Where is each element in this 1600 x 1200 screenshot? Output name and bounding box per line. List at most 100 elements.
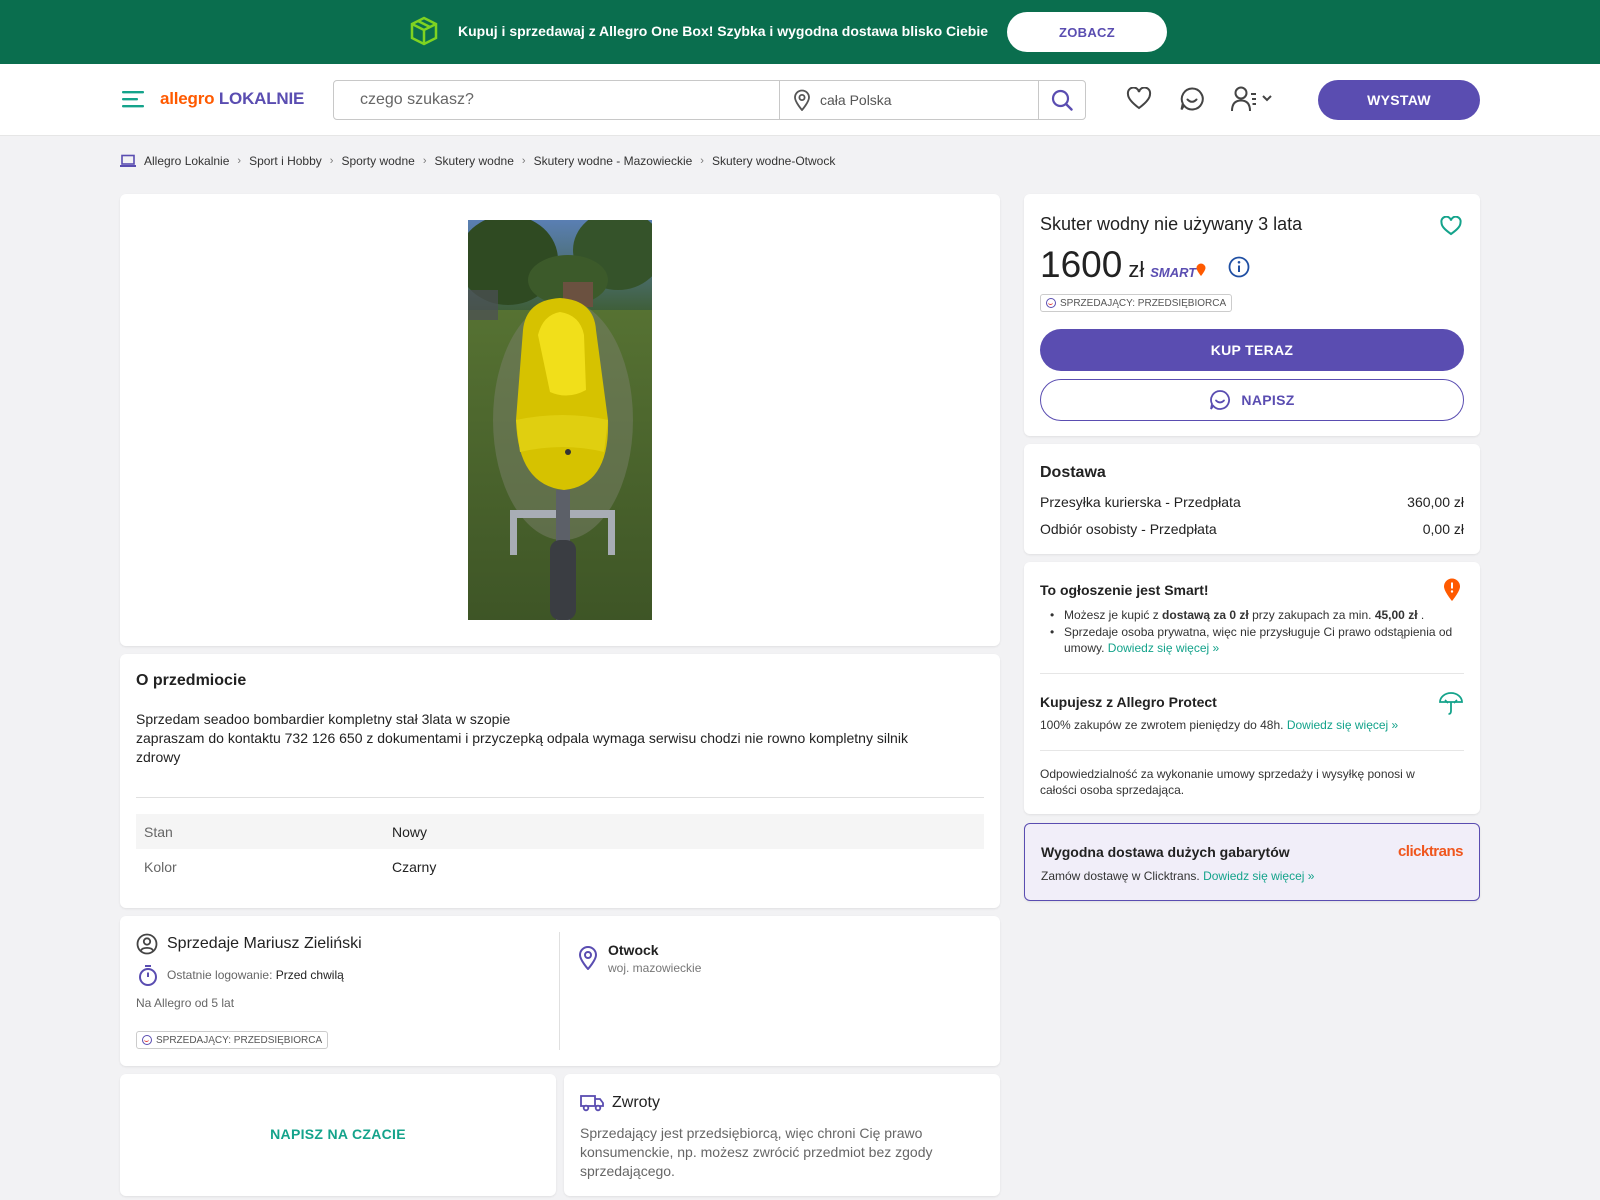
seller-name[interactable]: Sprzedaje Mariusz Zieliński bbox=[167, 935, 362, 953]
price: 1600 zł SMART bbox=[1040, 244, 1206, 286]
chevron-right-icon: › bbox=[422, 155, 427, 167]
smart-text-bold: dostawą za 0 zł bbox=[1162, 608, 1249, 622]
search-icon bbox=[1051, 89, 1073, 111]
clicktrans-title: Wygodna dostawa dużych gabarytów bbox=[1041, 844, 1290, 860]
learn-more-link[interactable]: Dowiedz się więcej » bbox=[1108, 641, 1219, 655]
breadcrumb-item[interactable]: Sport i Hobby bbox=[249, 154, 322, 168]
last-login-label: Ostatnie logowanie: bbox=[167, 968, 273, 982]
smart-text: . bbox=[1420, 608, 1425, 622]
offer-card: Skuter wodny nie używany 3 lata 1600 zł … bbox=[1024, 194, 1480, 436]
chat-icon bbox=[1210, 390, 1231, 410]
buy-now-button[interactable]: KUP TERAZ bbox=[1040, 329, 1464, 371]
chevron-right-icon: › bbox=[237, 155, 242, 167]
price-value: 1600 bbox=[1040, 244, 1123, 285]
message-button-label: NAPISZ bbox=[1241, 392, 1295, 408]
smart-bullet: • Możesz je kupić z dostawą za 0 zł przy… bbox=[1050, 607, 1464, 623]
smart-info-card: To ogłoszenie jest Smart! • Możesz je ku… bbox=[1024, 562, 1480, 814]
returns-title: Zwroty bbox=[612, 1094, 660, 1111]
message-button[interactable]: NAPISZ bbox=[1040, 379, 1464, 421]
smart-pin-icon bbox=[1196, 263, 1206, 276]
allegro-lokalnie-logo[interactable]: allegro LOKALNIE bbox=[160, 89, 304, 109]
returns-text: Sprzedający jest przedsiębiorcą, więc ch… bbox=[580, 1125, 933, 1179]
param-value: Czarny bbox=[392, 858, 437, 875]
search-bar bbox=[333, 80, 1086, 120]
protect-text: 100% zakupów ze zwrotem pieniędzy do 48h… bbox=[1040, 717, 1460, 733]
promo-text: Kupuj i sprzedawaj z Allegro One Box! Sz… bbox=[458, 23, 989, 39]
breadcrumb-item[interactable]: Skutery wodne - Mazowieckie bbox=[534, 154, 693, 168]
description-line: Sprzedam seadoo bombardier kompletny sta… bbox=[136, 711, 511, 727]
clicktrans-logo: clicktrans bbox=[1397, 843, 1464, 860]
smart-bullet: • Sprzedaje osoba prywatna, więc nie prz… bbox=[1050, 624, 1464, 656]
product-photo[interactable] bbox=[468, 220, 652, 620]
seller-type-badge: SPRZEDAJĄCY: PRZEDSIĘBIORCA bbox=[1040, 294, 1233, 312]
favorites-button[interactable] bbox=[1124, 84, 1154, 114]
last-login: Ostatnie logowanie: Przed chwilą bbox=[167, 968, 344, 982]
breadcrumb: Allegro Lokalnie › Sport i Hobby › Sport… bbox=[120, 153, 835, 169]
heart-icon[interactable] bbox=[1440, 216, 1462, 236]
breadcrumb-item[interactable]: Skutery wodne-Otwock bbox=[712, 154, 835, 168]
seller-city: Otwock bbox=[608, 942, 659, 958]
smart-amount: 45,00 zł bbox=[1374, 608, 1418, 622]
info-icon[interactable] bbox=[1228, 256, 1250, 278]
search-input[interactable] bbox=[334, 81, 779, 119]
chevron-right-icon: › bbox=[329, 155, 334, 167]
member-since: Na Allegro od 5 lat bbox=[136, 996, 235, 1010]
box-icon bbox=[410, 16, 438, 46]
protect-desc: 100% zakupów ze zwrotem pieniędzy do 48h… bbox=[1040, 718, 1284, 732]
chat-button[interactable]: NAPISZ NA CZACIE bbox=[120, 1126, 556, 1142]
user-circle-icon bbox=[136, 933, 158, 955]
about-title: O przedmiocie bbox=[136, 672, 247, 689]
chat-icon bbox=[1180, 87, 1204, 111]
responsibility-note: Odpowiedzialność za wykonanie umowy sprz… bbox=[1040, 767, 1415, 797]
badge-text: SPRZEDAJĄCY: PRZEDSIĘBIORCA bbox=[156, 1034, 323, 1046]
about-card: O przedmiocie Sprzedam seadoo bombardier… bbox=[120, 654, 1000, 908]
smart-label: SMART bbox=[1150, 265, 1197, 280]
breadcrumb-item[interactable]: Sporty wodne bbox=[341, 154, 414, 168]
delivery-option-name: Przesyłka kurierska - Przedpłata bbox=[1040, 494, 1241, 510]
heart-icon bbox=[1126, 87, 1152, 110]
smart-pin-icon bbox=[1444, 578, 1460, 601]
returns-card: Zwroty Sprzedający jest przedsiębiorcą, … bbox=[564, 1074, 1000, 1196]
location-input[interactable] bbox=[820, 81, 1030, 119]
smart-text: przy zakupach za min. bbox=[1252, 608, 1372, 622]
divider bbox=[1040, 673, 1464, 674]
account-menu-button[interactable] bbox=[1230, 84, 1278, 114]
truck-icon bbox=[580, 1095, 604, 1112]
param-row: Kolor Czarny bbox=[136, 849, 984, 884]
delivery-card: Dostawa Przesyłka kurierska - Przedpłata… bbox=[1024, 444, 1480, 554]
divider bbox=[136, 797, 984, 798]
clicktrans-card: Wygodna dostawa dużych gabarytów clicktr… bbox=[1024, 823, 1480, 901]
param-value: Nowy bbox=[392, 823, 428, 840]
messages-button[interactable] bbox=[1177, 84, 1207, 114]
description-line: zapraszam do kontaktu 732 126 650 z doku… bbox=[136, 730, 908, 765]
post-listing-button[interactable]: WYSTAW bbox=[1318, 80, 1480, 120]
breadcrumb-item[interactable]: Allegro Lokalnie bbox=[144, 154, 229, 168]
price-currency: zł bbox=[1128, 257, 1145, 282]
delivery-option-price: 360,00 zł bbox=[1407, 494, 1464, 510]
stopwatch-icon bbox=[139, 965, 157, 986]
menu-icon[interactable] bbox=[122, 89, 146, 109]
badge-text: SPRZEDAJĄCY: PRZEDSIĘBIORCA bbox=[1060, 297, 1227, 309]
learn-more-link[interactable]: Dowiedz się więcej » bbox=[1287, 718, 1398, 732]
divider bbox=[779, 81, 780, 119]
bullet: • bbox=[1050, 608, 1055, 622]
seller-type-badge: SPRZEDAJĄCY: PRZEDSIĘBIORCA bbox=[136, 1031, 329, 1049]
promo-bar: Kupuj i sprzedawaj z Allegro One Box! Sz… bbox=[0, 0, 1600, 64]
breadcrumb-item[interactable]: Skutery wodne bbox=[435, 154, 514, 168]
clicktrans-desc: Zamów dostawę w Clicktrans. bbox=[1041, 869, 1200, 883]
param-row: Stan Nowy bbox=[136, 814, 984, 849]
param-key: Stan bbox=[144, 823, 173, 840]
logo-lokalnie: LOKALNIE bbox=[218, 89, 305, 108]
delivery-option-name: Odbiór osobisty - Przedpłata bbox=[1040, 521, 1217, 537]
logo-allegro: allegro bbox=[160, 89, 215, 108]
param-key: Kolor bbox=[144, 858, 177, 875]
learn-more-link[interactable]: Dowiedz się więcej » bbox=[1203, 869, 1314, 883]
header: allegro LOKALNIE czego szukasz? cała Pol… bbox=[0, 64, 1600, 136]
protect-title: Kupujesz z Allegro Protect bbox=[1040, 694, 1217, 710]
delivery-option-price: 0,00 zł bbox=[1422, 521, 1464, 537]
promo-see-button[interactable]: ZOBACZ bbox=[1007, 12, 1167, 52]
clicktrans-text: Zamów dostawę w Clicktrans. Dowiedz się … bbox=[1041, 868, 1314, 884]
search-button[interactable] bbox=[1039, 81, 1085, 119]
umbrella-icon bbox=[1439, 692, 1463, 715]
divider bbox=[1040, 750, 1464, 751]
